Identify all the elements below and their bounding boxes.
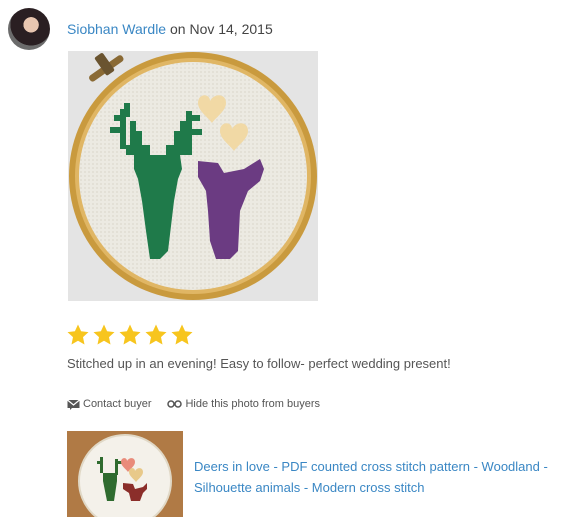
star-icon bbox=[67, 324, 89, 345]
star-icon bbox=[119, 324, 141, 345]
date-prefix: on bbox=[169, 21, 186, 37]
review-date: Nov 14, 2015 bbox=[189, 21, 273, 37]
review-photo[interactable] bbox=[68, 51, 318, 301]
star-icon bbox=[171, 324, 193, 345]
reviewer-avatar[interactable] bbox=[8, 8, 50, 50]
star-rating bbox=[66, 323, 194, 347]
envelope-icon bbox=[67, 399, 80, 410]
contact-buyer-label: Contact buyer bbox=[83, 398, 152, 410]
review-actions: Contact buyer Hide this photo from buyer… bbox=[67, 398, 320, 410]
eye-slash-icon bbox=[167, 400, 183, 408]
hide-photo-label: Hide this photo from buyers bbox=[185, 398, 320, 410]
hide-photo-link[interactable]: Hide this photo from buyers bbox=[167, 398, 320, 410]
reviewer-name-link[interactable]: Siobhan Wardle bbox=[67, 21, 166, 37]
reviewer-line: Siobhan Wardle on Nov 14, 2015 bbox=[67, 21, 273, 37]
contact-buyer-link[interactable]: Contact buyer bbox=[67, 398, 151, 410]
listing-thumbnail[interactable] bbox=[67, 431, 183, 517]
star-icon bbox=[145, 324, 167, 345]
star-icon bbox=[93, 324, 115, 345]
listing-title-link[interactable]: Deers in love - PDF counted cross stitch… bbox=[194, 456, 570, 498]
review-text: Stitched up in an evening! Easy to follo… bbox=[67, 356, 451, 371]
